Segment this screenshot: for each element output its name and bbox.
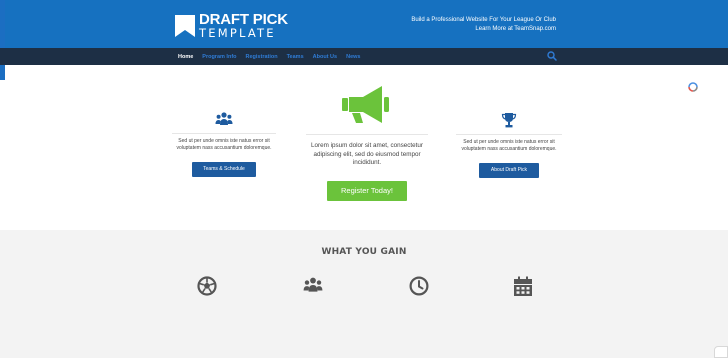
tagline-line2: Learn More at TeamSnap.com <box>475 26 556 32</box>
logo-line2: TEMPLATE <box>199 26 276 41</box>
recaptcha-icon[interactable] <box>688 82 698 92</box>
tagline-line1: Build a Professional Website For Your Le… <box>411 17 556 23</box>
feature-divider <box>456 134 562 135</box>
feature-teams: Sed ut per unde omnis iste natus error s… <box>172 112 276 177</box>
main-nav: Home Program Info Registration Teams Abo… <box>0 48 728 65</box>
trophy-icon <box>501 113 517 128</box>
nav-item-news[interactable]: News <box>346 54 360 60</box>
nav-item-program-info[interactable]: Program Info <box>202 54 236 60</box>
calendar-icon <box>514 276 532 296</box>
feature-text: Lorem ipsum dolor sit amet, consectetur … <box>311 142 423 166</box>
left-edge-bar <box>0 0 5 80</box>
chat-widget-tab[interactable] <box>714 346 728 358</box>
what-you-gain-section: WHAT YOU GAIN <box>0 230 728 358</box>
register-today-button[interactable]: Register Today! <box>327 180 407 201</box>
nav-item-about-us[interactable]: About Us <box>313 54 337 60</box>
clock-icon <box>409 276 429 296</box>
teams-schedule-button[interactable]: Teams & Schedule <box>192 162 256 177</box>
about-draft-pick-button[interactable]: About Draft Pick <box>479 163 539 178</box>
nav-items: Home Program Info Registration Teams Abo… <box>178 48 369 65</box>
feature-divider <box>172 133 276 134</box>
nav-item-teams[interactable]: Teams <box>287 54 304 60</box>
logo-text: DRAFT PICK TEMPLATE <box>199 12 288 40</box>
feature-register: Lorem ipsum dolor sit amet, consectetur … <box>306 84 428 201</box>
header-tagline[interactable]: Build a Professional Website For Your Le… <box>336 16 556 34</box>
nav-item-home[interactable]: Home <box>178 54 193 60</box>
soccer-ball-icon <box>197 276 217 296</box>
logo-line1: DRAFT PICK <box>199 11 288 29</box>
logo-mark-icon <box>175 15 195 37</box>
search-icon[interactable] <box>547 51 557 61</box>
site-logo[interactable]: DRAFT PICK TEMPLATE <box>174 12 288 40</box>
nav-item-registration[interactable]: Registration <box>246 54 278 60</box>
feature-text: Sed ut per unde omnis iste natus error s… <box>176 138 272 151</box>
users-icon <box>303 277 323 292</box>
section-title: WHAT YOU GAIN <box>321 247 407 257</box>
feature-about: Sed ut per unde omnis iste natus error s… <box>456 112 562 178</box>
feature-text: Sed ut per unde omnis iste natus error s… <box>461 139 557 152</box>
users-icon <box>215 112 233 125</box>
feature-divider <box>306 134 428 135</box>
megaphone-icon <box>342 86 389 123</box>
